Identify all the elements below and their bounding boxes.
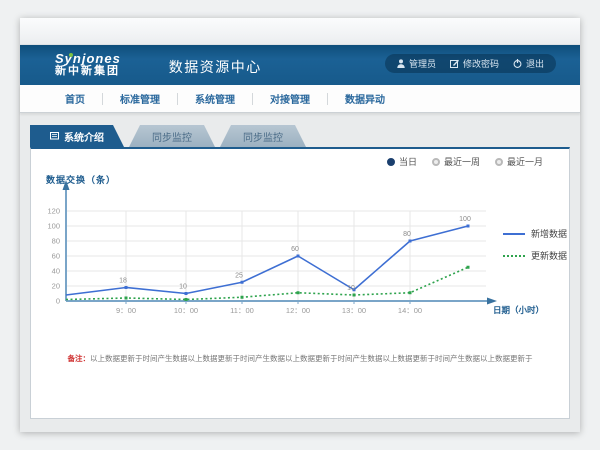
legend-item-update-data[interactable]: 更新数据 [503, 249, 567, 262]
radio-label: 最近一周 [444, 155, 480, 168]
svg-text:10: 10 [347, 285, 355, 292]
tab-label: 同步监控 [152, 129, 192, 144]
user-toolbar: 管理员 修改密码 退出 [385, 54, 556, 73]
tab-label: 同步监控 [243, 129, 283, 144]
svg-text:0: 0 [56, 297, 60, 306]
app-header: Synjones 新中新集团 数据资源中心 管理员 修改密码 [20, 45, 580, 85]
svg-text:12：00: 12：00 [286, 306, 310, 315]
radio-icon [387, 158, 395, 166]
tab-system-intro[interactable]: 系统介绍 [30, 125, 124, 147]
svg-text:10: 10 [179, 284, 187, 291]
brand-logo-cn: 新中新集团 [55, 66, 121, 78]
svg-text:11：00: 11：00 [230, 306, 254, 315]
svg-text:60: 60 [52, 252, 60, 261]
svg-text:10：00: 10：00 [174, 306, 198, 315]
svg-text:9：00: 9：00 [116, 306, 136, 315]
content-area: 系统介绍 同步监控 同步监控 当日 最近一周 [20, 113, 580, 432]
svg-text:25: 25 [235, 272, 243, 279]
legend-line-sample [503, 255, 525, 257]
footnote: 备注：以上数据更新于时间产生数据以上数据更新于时间产生数据以上数据更新于时间产生… [31, 353, 569, 364]
svg-text:80: 80 [52, 237, 60, 246]
power-icon [513, 59, 522, 68]
time-range-filter: 当日 最近一周 最近一月 [387, 155, 543, 168]
chart-legend: 新增数据 更新数据 [503, 227, 567, 262]
svg-text:20: 20 [52, 282, 60, 291]
radio-icon [432, 158, 440, 166]
nav-item-data-change[interactable]: 数据异动 [328, 91, 402, 106]
legend-line-sample [503, 233, 525, 235]
svg-text:100: 100 [459, 216, 471, 223]
footnote-label: 备注： [68, 354, 91, 363]
nav-item-home[interactable]: 首页 [48, 91, 102, 106]
radio-today[interactable]: 当日 [387, 155, 417, 168]
change-password-label: 修改密码 [463, 57, 499, 70]
tab-bar: 系统介绍 同步监控 同步监控 [30, 125, 580, 147]
app-window: Synjones 新中新集团 数据资源中心 管理员 修改密码 [20, 18, 580, 432]
tab-sync-monitor-2[interactable]: 同步监控 [220, 125, 306, 147]
main-nav: 首页 标准管理 系统管理 对接管理 数据异动 [20, 85, 580, 113]
tab-sync-monitor-1[interactable]: 同步监控 [129, 125, 215, 147]
logout-label: 退出 [526, 57, 544, 70]
svg-text:18: 18 [119, 278, 127, 285]
brand-logo-en: Synjones [55, 52, 121, 66]
svg-text:120: 120 [47, 207, 60, 216]
user-name: 管理员 [409, 57, 436, 70]
page-title: 数据资源中心 [169, 57, 262, 77]
radio-label: 最近一月 [507, 155, 543, 168]
nav-item-standard-mgmt[interactable]: 标准管理 [103, 91, 177, 106]
legend-label: 更新数据 [531, 249, 567, 262]
chart-panel: 当日 最近一周 最近一月 数据交换（条） 0204060801001209：00… [30, 147, 570, 419]
svg-text:60: 60 [291, 246, 299, 253]
user-menu[interactable]: 管理员 [397, 57, 436, 70]
change-password-button[interactable]: 修改密码 [450, 57, 499, 70]
window-top-strip [20, 18, 580, 45]
line-chart: 数据交换（条） 0204060801001209：0010：0011：0012：… [41, 171, 581, 336]
svg-text:14：00: 14：00 [398, 306, 422, 315]
user-icon [397, 59, 405, 68]
edit-icon [450, 59, 459, 68]
legend-item-new-data[interactable]: 新增数据 [503, 227, 567, 240]
nav-item-system-mgmt[interactable]: 系统管理 [178, 91, 252, 106]
brand-logo: Synjones 新中新集团 [55, 52, 121, 77]
nav-item-interface-mgmt[interactable]: 对接管理 [253, 91, 327, 106]
document-icon [50, 132, 59, 141]
svg-text:100: 100 [47, 222, 60, 231]
chart-canvas: 0 20 40 60 80 100 120 9：00 10：00 11：00 12：00 13：00 1… [41, 171, 561, 326]
radio-last-week[interactable]: 最近一周 [432, 155, 480, 168]
legend-label: 新增数据 [531, 227, 567, 240]
footnote-text: 以上数据更新于时间产生数据以上数据更新于时间产生数据以上数据更新于时间产生数据以… [90, 354, 533, 363]
svg-text:日期（小时）: 日期（小时） [493, 305, 544, 315]
radio-icon [495, 158, 503, 166]
svg-text:40: 40 [52, 267, 60, 276]
radio-label: 当日 [399, 155, 417, 168]
tab-label: 系统介绍 [64, 129, 104, 144]
radio-last-month[interactable]: 最近一月 [495, 155, 543, 168]
logout-button[interactable]: 退出 [513, 57, 544, 70]
svg-text:80: 80 [403, 231, 411, 238]
svg-text:13：00: 13：00 [342, 306, 366, 315]
